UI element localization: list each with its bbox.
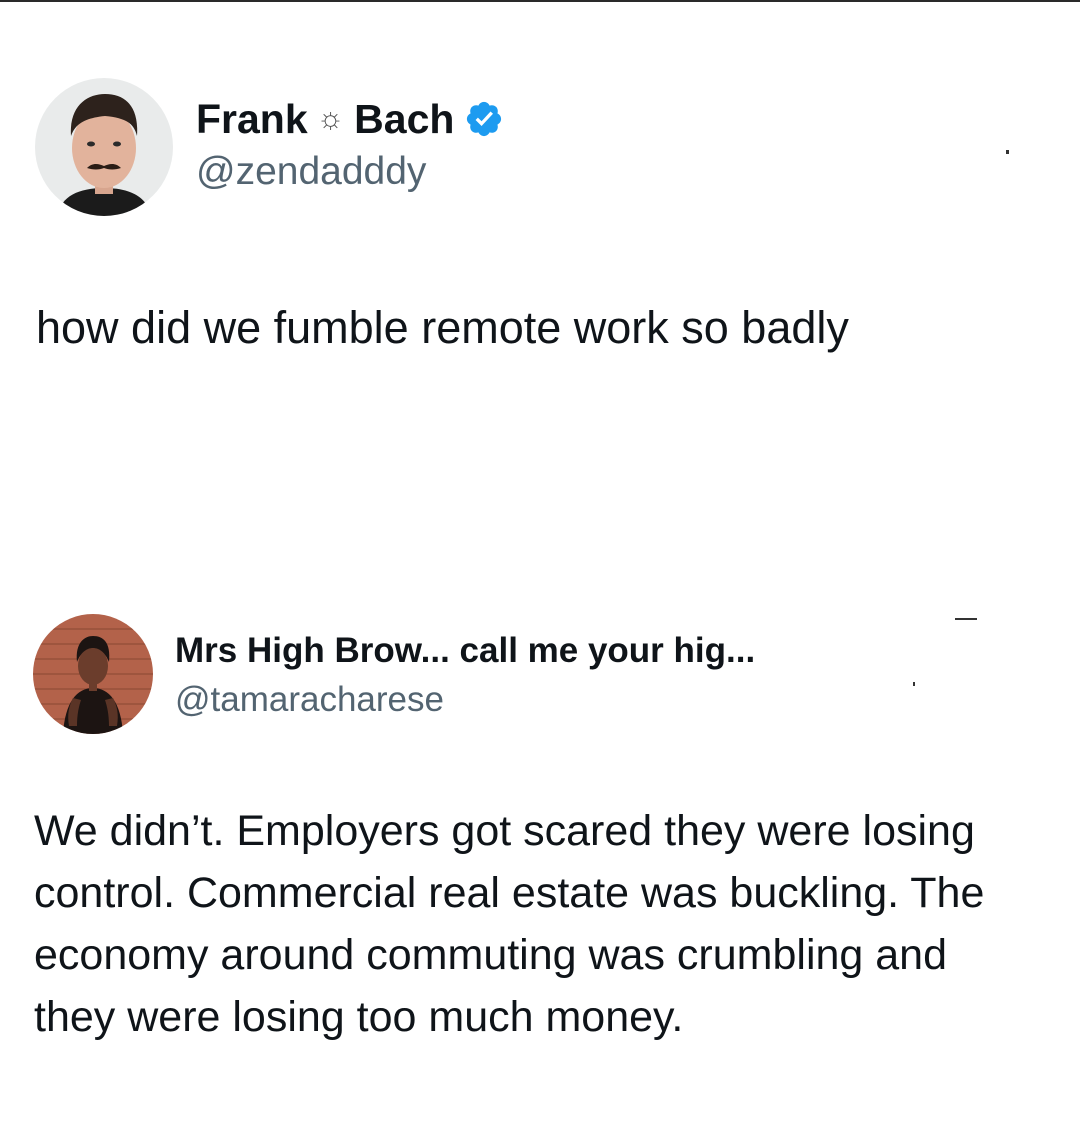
avatar[interactable] <box>33 614 153 734</box>
reply-text: We didn’t. Employers got scared they wer… <box>34 800 1064 1048</box>
reply-text-line: they were losing too much money. <box>34 993 684 1041</box>
reply-text-line: economy around commuting was crumbling a… <box>34 931 948 979</box>
author-handle[interactable]: @zendadddy <box>196 150 426 194</box>
author-name[interactable]: Frank ☼ Bach <box>196 94 504 144</box>
reply-text-line: We didn’t. Employers got scared they wer… <box>34 807 975 855</box>
noise-speck <box>955 618 977 620</box>
avatar[interactable] <box>35 78 173 216</box>
author-last-name: Bach <box>354 95 455 142</box>
noise-speck <box>1006 150 1009 154</box>
reply-text-line: control. Commercial real estate was buck… <box>34 869 985 917</box>
top-border <box>0 0 1080 2</box>
author-first-name: Frank <box>196 95 308 142</box>
verified-badge-icon <box>464 99 504 139</box>
reply-author-name-text: Mrs High Brow... call me your hig... <box>175 631 756 670</box>
noise-speck <box>913 682 915 686</box>
profile-photo-icon <box>33 614 153 734</box>
tweet-text: how did we fumble remote work so badly <box>36 302 849 353</box>
profile-photo-icon <box>35 78 173 216</box>
reply-author-name[interactable]: Mrs High Brow... call me your hig... <box>175 628 755 674</box>
reply-author-handle[interactable]: @tamaracharese <box>175 680 444 720</box>
sparkle-icon: ☼ <box>316 102 345 135</box>
